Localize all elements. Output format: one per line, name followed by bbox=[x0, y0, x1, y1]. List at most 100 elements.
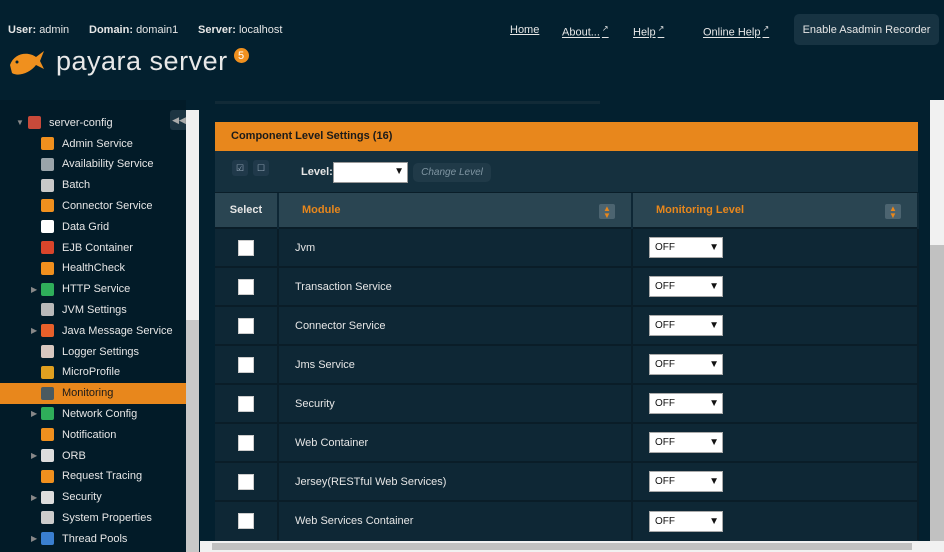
external-link-icon: ↗ bbox=[762, 24, 770, 33]
tree-root-server-config[interactable]: ▼ server-config bbox=[0, 112, 186, 133]
level-select[interactable]: ▼ bbox=[333, 162, 408, 183]
sidebar-item-label: HTTP Service bbox=[62, 283, 131, 296]
fish-icon bbox=[10, 50, 44, 75]
dropdown-caret-icon: ▼ bbox=[709, 242, 719, 253]
sidebar-item-availability-service[interactable]: Availability Service bbox=[0, 154, 186, 175]
help-link[interactable]: Help ↗ bbox=[633, 24, 664, 39]
dropdown-caret-icon: ▼ bbox=[709, 515, 719, 527]
deselect-all-icon[interactable]: ☐ bbox=[253, 160, 269, 176]
dropdown-caret-icon: ▼ bbox=[709, 476, 719, 487]
sidebar-item-microprofile[interactable]: MicroProfile bbox=[0, 362, 186, 383]
row-checkbox[interactable] bbox=[238, 473, 254, 490]
availability-service-icon bbox=[41, 157, 54, 171]
sidebar-item-connector-service[interactable]: Connector Service bbox=[0, 195, 186, 216]
monitoring-level-select[interactable]: OFF ▼ bbox=[649, 354, 723, 375]
sidebar-item-notification[interactable]: Notification bbox=[0, 424, 186, 445]
sidebar-item-orb[interactable]: ▶ ORB bbox=[0, 445, 186, 466]
expand-arrow-icon[interactable]: ▼ bbox=[16, 118, 24, 127]
expand-arrow-icon[interactable]: ▶ bbox=[31, 451, 37, 460]
logo-text: payara server bbox=[56, 46, 228, 76]
row-checkbox[interactable] bbox=[238, 356, 254, 373]
select-all-icon[interactable]: ☑ bbox=[232, 160, 248, 176]
sidebar-item-security[interactable]: ▶ Security bbox=[0, 487, 186, 508]
connector-service-icon bbox=[41, 199, 54, 213]
config-icon bbox=[28, 116, 41, 129]
dropdown-caret-icon: ▼ bbox=[709, 281, 719, 292]
table-row: Jersey(RESTful Web Services) OFF ▼ bbox=[215, 461, 919, 501]
row-checkbox[interactable] bbox=[238, 395, 254, 412]
dropdown-caret-icon: ▼ bbox=[709, 398, 719, 409]
column-header-monitoring-level[interactable]: Monitoring Level ▲ ▼ bbox=[632, 193, 919, 228]
sidebar-item-label: Network Config bbox=[62, 407, 138, 420]
sidebar-item-monitoring[interactable]: Monitoring bbox=[0, 382, 186, 404]
change-level-button[interactable]: Change Level bbox=[413, 163, 491, 182]
sidebar-item-request-tracing[interactable]: Request Tracing bbox=[0, 466, 186, 487]
sidebar-item-batch[interactable]: Batch bbox=[0, 175, 186, 196]
module-name: Jms Service bbox=[278, 344, 633, 384]
monitoring-level-select[interactable]: OFF ▼ bbox=[649, 276, 723, 297]
sidebar-item-label: Data Grid bbox=[62, 220, 110, 233]
network-config-icon bbox=[41, 407, 54, 421]
table-row: Web Container OFF ▼ bbox=[215, 422, 919, 462]
monitoring-level-select[interactable]: OFF ▼ bbox=[649, 237, 723, 258]
expand-arrow-icon[interactable]: ▶ bbox=[31, 326, 37, 335]
module-name: Transaction Service bbox=[278, 266, 633, 306]
online-help-link[interactable]: Online Help ↗ bbox=[703, 24, 769, 39]
enable-recorder-button[interactable]: Enable Asadmin Recorder bbox=[794, 14, 939, 45]
expand-arrow-icon[interactable]: ▶ bbox=[31, 285, 37, 294]
sort-icon[interactable]: ▲ ▼ bbox=[885, 204, 901, 220]
sidebar-item-system-properties[interactable]: System Properties bbox=[0, 507, 186, 528]
data-grid-icon bbox=[41, 220, 54, 234]
monitoring-level-select[interactable]: OFF ▼ bbox=[649, 432, 723, 453]
home-link[interactable]: Home bbox=[510, 24, 539, 36]
external-link-icon: ↗ bbox=[601, 24, 609, 33]
row-checkbox[interactable] bbox=[238, 434, 254, 451]
table-row: Web Services Container OFF ▼ bbox=[215, 500, 919, 540]
sidebar-item-jvm-settings[interactable]: JVM Settings bbox=[0, 299, 186, 320]
thread-pools-icon bbox=[41, 532, 54, 546]
sidebar-item-label: System Properties bbox=[62, 511, 152, 524]
sidebar-item-label: JVM Settings bbox=[62, 303, 127, 316]
table-row: Connector Service OFF ▼ bbox=[215, 305, 919, 345]
main-horizontal-scrollbar[interactable] bbox=[200, 541, 944, 552]
level-label: Level: bbox=[301, 166, 333, 178]
row-checkbox[interactable] bbox=[238, 239, 254, 256]
sidebar-item-http-service[interactable]: ▶ HTTP Service bbox=[0, 279, 186, 300]
logger-settings-icon bbox=[41, 345, 54, 358]
security-icon bbox=[41, 490, 54, 504]
about-link[interactable]: About... ↗ bbox=[562, 24, 609, 39]
row-checkbox[interactable] bbox=[238, 513, 254, 529]
expand-arrow-icon[interactable]: ▶ bbox=[31, 534, 37, 543]
expand-arrow-icon[interactable]: ▶ bbox=[31, 493, 37, 502]
sidebar-item-label: Admin Service bbox=[62, 137, 133, 150]
sidebar-item-java-message-service[interactable]: ▶ Java Message Service bbox=[0, 320, 186, 341]
panel-title: Component Level Settings (16) bbox=[215, 122, 918, 151]
dropdown-caret-icon: ▼ bbox=[709, 437, 719, 448]
sidebar-item-healthcheck[interactable]: HealthCheck bbox=[0, 258, 186, 279]
sidebar-item-label: ORB bbox=[62, 449, 86, 462]
row-checkbox[interactable] bbox=[238, 278, 254, 295]
version-badge: 5 bbox=[233, 48, 249, 63]
sidebar-item-admin-service[interactable]: Admin Service bbox=[0, 133, 186, 154]
monitoring-level-select[interactable]: OFF ▼ bbox=[649, 510, 723, 532]
table-row: Security OFF ▼ bbox=[215, 383, 919, 423]
sidebar-item-ejb-container[interactable]: EJB Container bbox=[0, 237, 186, 258]
sidebar-item-data-grid[interactable]: Data Grid bbox=[0, 216, 186, 237]
request-tracing-icon bbox=[41, 469, 54, 483]
orb-icon bbox=[41, 449, 54, 462]
main-vertical-scrollbar[interactable] bbox=[930, 100, 944, 541]
column-header-module[interactable]: Module ▲ ▼ bbox=[278, 193, 633, 228]
sidebar-item-thread-pools[interactable]: ▶ Thread Pools bbox=[0, 528, 186, 549]
dropdown-caret-icon: ▼ bbox=[709, 320, 719, 331]
monitoring-level-select[interactable]: OFF ▼ bbox=[649, 471, 723, 492]
sidebar-item-label: MicroProfile bbox=[62, 366, 121, 379]
monitoring-level-select[interactable]: OFF ▼ bbox=[649, 315, 723, 336]
sidebar-scrollbar[interactable] bbox=[186, 110, 199, 552]
sidebar-item-logger-settings[interactable]: Logger Settings bbox=[0, 341, 186, 362]
row-checkbox[interactable] bbox=[238, 317, 254, 334]
expand-arrow-icon[interactable]: ▶ bbox=[31, 409, 37, 418]
monitoring-level-select[interactable]: OFF ▼ bbox=[649, 393, 723, 414]
external-link-icon: ↗ bbox=[657, 24, 665, 33]
sidebar-item-network-config[interactable]: ▶ Network Config bbox=[0, 403, 186, 424]
sort-icon[interactable]: ▲ ▼ bbox=[599, 204, 615, 220]
